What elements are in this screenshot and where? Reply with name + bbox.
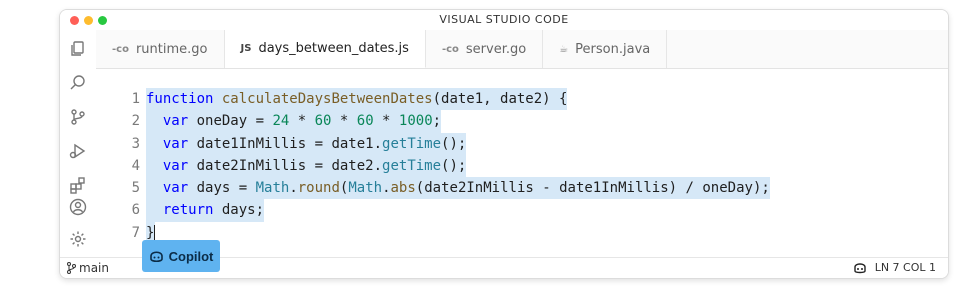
tab-server-go[interactable]: -co server.go bbox=[426, 30, 544, 68]
go-file-icon: -co bbox=[441, 43, 459, 55]
code-token: var bbox=[162, 113, 189, 130]
code-token: var bbox=[162, 157, 189, 174]
code-token: * bbox=[373, 113, 399, 130]
code-token: * bbox=[289, 113, 315, 130]
code-token: 60 bbox=[314, 113, 332, 130]
code-token: (); bbox=[441, 135, 467, 152]
code-line[interactable]: 6 return days; bbox=[96, 199, 948, 222]
code-text: var date1InMillis = date1.getTime(); bbox=[146, 132, 467, 155]
activity-bar bbox=[60, 30, 96, 258]
copilot-button-label: Copilot bbox=[168, 248, 214, 264]
line-number: 4 bbox=[131, 157, 140, 174]
cursor-position-label: LN 7 COL 1 bbox=[874, 261, 936, 274]
tab-label: Person.java bbox=[575, 41, 651, 57]
run-debug-icon[interactable] bbox=[67, 140, 89, 162]
code-token: date2InMillis = date2. bbox=[188, 157, 383, 174]
code-token: var bbox=[162, 180, 189, 197]
text-cursor bbox=[154, 224, 156, 241]
code-token: } bbox=[146, 224, 155, 241]
code-token: function bbox=[146, 91, 214, 107]
line-number: 6 bbox=[131, 202, 140, 219]
search-icon[interactable] bbox=[67, 72, 89, 94]
code-token: Math bbox=[348, 180, 383, 197]
copilot-icon bbox=[149, 250, 163, 262]
code-token: (date1, date2) { bbox=[432, 91, 568, 107]
git-branch-icon bbox=[67, 262, 76, 274]
code-text: var date2InMillis = date2.getTime(); bbox=[146, 154, 467, 178]
code-token: (); bbox=[441, 157, 467, 174]
editor-window: VISUAL STUDIO CODE -co runtime.go JS day… bbox=[59, 9, 949, 279]
code-token: (date2InMillis - date1InMillis) / oneDay… bbox=[415, 180, 770, 197]
branch-indicator[interactable]: main bbox=[66, 261, 109, 275]
code-token: oneDay = bbox=[188, 113, 273, 130]
code-token: return bbox=[162, 202, 214, 219]
source-control-icon[interactable] bbox=[67, 106, 89, 128]
line-number: 7 bbox=[131, 224, 140, 241]
settings-gear-icon[interactable] bbox=[67, 228, 89, 250]
line-number: 2 bbox=[131, 113, 140, 130]
tab-label: runtime.go bbox=[135, 41, 208, 57]
tab-label: days_between_dates.js bbox=[258, 41, 409, 56]
code-line[interactable]: 4 var date2InMillis = date2.getTime(); bbox=[96, 154, 948, 178]
code-line[interactable]: 5 var days = Math.round(Math.abs(date2In… bbox=[96, 177, 948, 200]
cursor-position[interactable]: LN 7 COL 1 bbox=[853, 261, 936, 274]
code-text: function calculateDaysBetweenDates(date1… bbox=[146, 88, 568, 111]
tab-bar: -co runtime.go JS days_between_dates.js … bbox=[96, 30, 948, 69]
tab-runtime-go[interactable]: -co runtime.go bbox=[96, 30, 225, 68]
code-line[interactable]: 2 var oneDay = 24 * 60 * 60 * 1000; bbox=[96, 110, 948, 133]
copilot-status-icon bbox=[853, 262, 866, 273]
code-text: return days; bbox=[146, 199, 265, 222]
tab-label: server.go bbox=[465, 41, 527, 57]
code-token: getTime bbox=[382, 157, 442, 174]
code-token: calculateDaysBetweenDates bbox=[221, 91, 433, 107]
code-line[interactable]: 1 function calculateDaysBetweenDates(date… bbox=[96, 88, 948, 111]
branch-name: main bbox=[79, 261, 109, 275]
files-icon[interactable] bbox=[67, 38, 89, 60]
code-token: getTime bbox=[382, 135, 442, 152]
code-token: 1000 bbox=[398, 113, 433, 130]
code-token: round bbox=[297, 180, 340, 197]
code-line[interactable]: 7} bbox=[96, 221, 948, 245]
line-number: 5 bbox=[131, 180, 140, 197]
code-token: abs bbox=[390, 180, 416, 197]
title-bar: VISUAL STUDIO CODE bbox=[60, 10, 948, 30]
js-file-icon: JS bbox=[240, 43, 252, 54]
code-token: * bbox=[331, 113, 357, 130]
code-token: 24 bbox=[272, 113, 290, 130]
extensions-icon[interactable] bbox=[67, 174, 89, 196]
line-number: 1 bbox=[131, 91, 140, 107]
code-token: Math bbox=[255, 180, 290, 197]
tab-days-between-dates-js[interactable]: JS days_between_dates.js bbox=[224, 30, 426, 68]
code-token: var bbox=[162, 135, 189, 152]
window-title: VISUAL STUDIO CODE bbox=[439, 13, 569, 26]
go-file-icon: -co bbox=[112, 43, 129, 55]
code-token: 60 bbox=[356, 113, 374, 130]
code-text: var days = Math.round(Math.abs(date2InMi… bbox=[146, 177, 770, 200]
code-token: days; bbox=[213, 202, 265, 219]
code-token: . bbox=[289, 180, 298, 197]
code-token: days = bbox=[188, 180, 256, 197]
tab-person-java[interactable]: ☕ Person.java bbox=[543, 30, 668, 68]
code-text: var oneDay = 24 * 60 * 60 * 1000; bbox=[146, 110, 442, 133]
code-token: ; bbox=[432, 113, 442, 130]
code-editor[interactable]: 1 function calculateDaysBetweenDates(date… bbox=[96, 88, 948, 245]
copilot-button[interactable]: Copilot bbox=[142, 240, 220, 272]
java-file-icon: ☕ bbox=[559, 43, 569, 55]
line-number: 3 bbox=[131, 135, 140, 152]
code-line[interactable]: 3 var date1InMillis = date1.getTime(); bbox=[96, 132, 948, 155]
code-token: . bbox=[382, 180, 391, 197]
code-token: date1InMillis = date1. bbox=[188, 135, 383, 152]
account-icon[interactable] bbox=[67, 196, 89, 218]
